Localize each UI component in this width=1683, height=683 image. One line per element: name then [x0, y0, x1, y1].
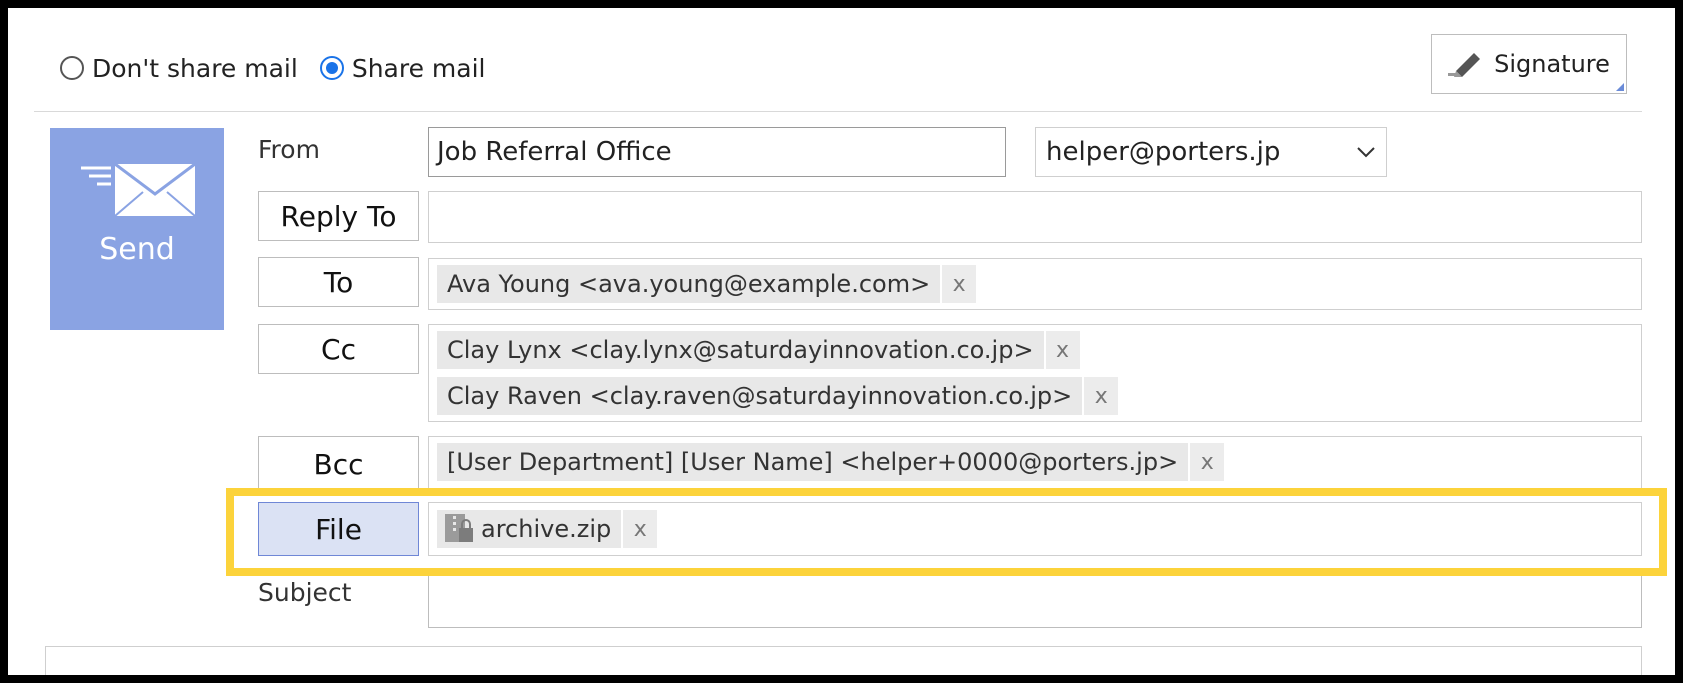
remove-chip-icon[interactable]: x [942, 265, 977, 303]
subject-label: Subject [258, 578, 352, 607]
from-address-select[interactable]: helper@porters.jp [1035, 127, 1387, 177]
signature-label: Signature [1494, 50, 1610, 78]
file-button[interactable]: File [258, 502, 419, 556]
bcc-label: Bcc [313, 447, 364, 481]
file-chip-body: archive.zip [437, 510, 622, 548]
zip-file-icon [443, 514, 475, 544]
radio-label: Share mail [351, 53, 486, 83]
file-field[interactable]: archive.zip x [428, 502, 1642, 556]
pen-icon [1448, 51, 1484, 77]
share-options: Don't share mail Share mail [60, 48, 507, 88]
chip-text: [User Department] [User Name] <helper+00… [437, 443, 1189, 481]
bcc-field[interactable]: [User Department] [User Name] <helper+00… [428, 436, 1642, 496]
radio-label: Don't share mail [92, 53, 298, 83]
resize-corner-icon [1616, 83, 1624, 91]
cc-field[interactable]: Clay Lynx <clay.lynx@saturdayinnovation.… [428, 324, 1642, 422]
from-name-value: Job Referral Office [437, 137, 672, 167]
recipient-chip: Ava Young <ava.young@example.com> x [437, 265, 977, 303]
cc-button[interactable]: Cc [258, 324, 419, 374]
reply-to-field[interactable] [428, 191, 1642, 243]
send-label: Send [99, 232, 175, 267]
bcc-button[interactable]: Bcc [258, 436, 419, 492]
cc-label: Cc [321, 332, 356, 366]
radio-circle[interactable] [60, 56, 84, 80]
radio-share-mail[interactable]: Share mail [319, 53, 486, 83]
recipient-chip: Clay Raven <clay.raven@saturdayinnovatio… [437, 377, 1119, 415]
from-name-input[interactable]: Job Referral Office [428, 127, 1006, 177]
chip-text: Clay Lynx <clay.lynx@saturdayinnovation.… [437, 331, 1044, 369]
remove-chip-icon[interactable]: x [1084, 377, 1119, 415]
chip-text: Ava Young <ava.young@example.com> [437, 265, 941, 303]
remove-chip-icon[interactable]: x [1045, 331, 1080, 369]
to-button[interactable]: To [258, 257, 419, 307]
remove-file-icon[interactable]: x [623, 510, 658, 548]
recipient-chip: [User Department] [User Name] <helper+00… [437, 443, 1225, 481]
to-label: To [323, 265, 354, 299]
file-name: archive.zip [481, 515, 612, 543]
signature-button[interactable]: Signature [1431, 34, 1627, 94]
message-body-editor[interactable] [45, 646, 1642, 675]
from-label: From [258, 135, 320, 164]
divider [34, 111, 1642, 112]
chip-text: Clay Raven <clay.raven@saturdayinnovatio… [437, 377, 1083, 415]
radio-dont-share-mail[interactable]: Don't share mail [60, 54, 298, 83]
envelope-icon [77, 162, 197, 218]
send-button[interactable]: Send [50, 128, 224, 330]
remove-chip-icon[interactable]: x [1190, 443, 1225, 481]
file-chip: archive.zip x [437, 510, 658, 548]
file-label: File [315, 512, 362, 546]
recipient-chip: Clay Lynx <clay.lynx@saturdayinnovation.… [437, 331, 1080, 369]
reply-to-label: Reply To [280, 199, 397, 233]
to-field[interactable]: Ava Young <ava.young@example.com> x [428, 258, 1642, 310]
compose-window: Don't share mail Share mail Signature Se… [8, 8, 1675, 675]
from-address-value: helper@porters.jp [1046, 137, 1281, 167]
subject-input[interactable] [428, 568, 1642, 628]
reply-to-button[interactable]: Reply To [258, 191, 419, 241]
radio-circle-checked[interactable] [319, 56, 344, 80]
chevron-down-icon [1356, 146, 1376, 158]
